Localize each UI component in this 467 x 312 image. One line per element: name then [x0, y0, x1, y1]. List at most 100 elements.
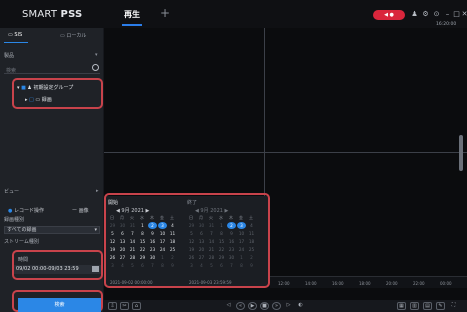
calendar-day[interactable]: 3 [237, 222, 246, 229]
calendar-day[interactable]: 29 [187, 222, 196, 229]
calendar-day[interactable]: 1 [237, 254, 246, 261]
calendar-day[interactable]: 7 [207, 230, 216, 237]
add-tab-button[interactable]: + [160, 6, 170, 20]
calendar-day[interactable]: 3 [108, 262, 117, 269]
calendar-day[interactable]: 20 [197, 246, 206, 253]
calendar-day[interactable]: 16 [227, 238, 236, 245]
calendar-day[interactable]: 31 [207, 222, 216, 229]
calendar-left-time[interactable]: 2021-09-02 00:00:00 [110, 280, 152, 285]
calendar-day[interactable]: 31 [128, 222, 137, 229]
record-type-select[interactable]: すべての録画 ▾ [4, 226, 100, 234]
rewind-icon[interactable]: « [236, 302, 245, 310]
calendar-day[interactable]: 18 [247, 238, 256, 245]
calendar-day[interactable]: 30 [197, 222, 206, 229]
calendar-day[interactable]: 15 [138, 238, 147, 245]
calendar-day[interactable]: 11 [247, 230, 256, 237]
calendar-day[interactable]: 10 [237, 230, 246, 237]
calendar-day[interactable]: 28 [128, 254, 137, 261]
time-range-input[interactable]: 09/02 00:00-09/03 23:59 [14, 265, 101, 274]
calendar-day[interactable]: 23 [148, 246, 157, 253]
calendar-day[interactable]: 7 [227, 262, 236, 269]
calendar-day[interactable]: 24 [158, 246, 167, 253]
calendar-day[interactable]: 3 [158, 222, 167, 229]
calendar-day[interactable]: 8 [237, 262, 246, 269]
calendar-day[interactable]: 27 [118, 254, 127, 261]
calendar-day[interactable]: 17 [237, 238, 246, 245]
alarm-badge[interactable]: ◀ ● [373, 10, 405, 20]
calendar-day[interactable]: 25 [168, 246, 177, 253]
calendar-day[interactable]: 8 [217, 230, 226, 237]
cut-icon[interactable]: ✂ [120, 302, 129, 310]
scrollbar[interactable] [459, 135, 463, 171]
calendar-day[interactable]: 6 [197, 230, 206, 237]
calendar-day[interactable]: 7 [128, 230, 137, 237]
calendar-day[interactable]: 30 [148, 254, 157, 261]
layout-1-icon[interactable]: ▦ [397, 302, 406, 310]
calendar-day[interactable]: 20 [118, 246, 127, 253]
calendar-left-month[interactable]: ◀ 9月 2021 ▶ [116, 207, 149, 214]
calendar-day[interactable]: 11 [168, 230, 177, 237]
calendar-right-month[interactable]: ◀ 9月 2021 ▶ [195, 207, 228, 214]
calendar-day[interactable]: 4 [118, 262, 127, 269]
calendar-day[interactable]: 27 [197, 254, 206, 261]
calendar-day[interactable]: 12 [187, 238, 196, 245]
calendar-day[interactable]: 5 [128, 262, 137, 269]
calendar-day[interactable]: 1 [217, 222, 226, 229]
calendar-day[interactable]: 5 [207, 262, 216, 269]
calendar-day[interactable]: 6 [138, 262, 147, 269]
pause-icon[interactable]: ■ [260, 302, 269, 310]
calendar-day[interactable]: 7 [148, 262, 157, 269]
calendar-day[interactable]: 12 [108, 238, 117, 245]
close-icon[interactable]: ✕ [460, 10, 467, 19]
search-input[interactable] [4, 66, 100, 74]
calendar-day[interactable]: 18 [168, 238, 177, 245]
search-icon[interactable] [92, 64, 99, 71]
calendar-day[interactable]: 15 [217, 238, 226, 245]
edit-icon[interactable]: ✎ [436, 302, 445, 310]
calendar-day[interactable]: 4 [197, 262, 206, 269]
layout-4-icon[interactable]: ▥ [410, 302, 419, 310]
calendar-day[interactable]: 6 [217, 262, 226, 269]
calendar-day[interactable]: 19 [108, 246, 117, 253]
calendar-day[interactable]: 5 [108, 230, 117, 237]
calendar-day[interactable]: 9 [247, 262, 256, 269]
calendar-day[interactable]: 29 [108, 222, 117, 229]
tab-playback[interactable]: 再生 [124, 9, 140, 20]
chevron-right-icon[interactable]: ▸ [96, 188, 99, 194]
layout-9-icon[interactable]: ▤ [423, 302, 432, 310]
minimize-icon[interactable]: – [443, 10, 452, 19]
calendar-day[interactable]: 28 [207, 254, 216, 261]
calendar-day[interactable]: 2 [168, 254, 177, 261]
volume-icon[interactable]: ◐ [296, 302, 305, 310]
calendar-day[interactable]: 13 [118, 238, 127, 245]
download-icon[interactable]: ⇩ [108, 302, 117, 310]
calendar-day[interactable]: 5 [187, 230, 196, 237]
calendar-day[interactable]: 29 [138, 254, 147, 261]
forward-icon[interactable]: » [272, 302, 281, 310]
calendar-day[interactable]: 1 [158, 254, 167, 261]
calendar-day[interactable]: 25 [247, 246, 256, 253]
calendar-day[interactable]: 17 [158, 238, 167, 245]
calendar-right-time[interactable]: 2021-09-03 23:59:59 [189, 280, 231, 285]
calendar-day[interactable]: 10 [158, 230, 167, 237]
calendar-day[interactable]: 13 [197, 238, 206, 245]
previous-icon[interactable]: ◁ [224, 302, 233, 310]
next-icon[interactable]: ▷ [284, 302, 293, 310]
calendar-day[interactable]: 26 [108, 254, 117, 261]
calendar-day[interactable]: 21 [128, 246, 137, 253]
calendar-day[interactable]: 2 [148, 222, 157, 229]
calendar-day[interactable]: 29 [217, 254, 226, 261]
calendar-day[interactable]: 2 [227, 222, 236, 229]
calendar-icon[interactable] [92, 266, 99, 272]
calendar-day[interactable]: 8 [138, 230, 147, 237]
calendar-day[interactable]: 4 [168, 222, 177, 229]
calendar-day[interactable]: 6 [118, 230, 127, 237]
calendar-day[interactable]: 22 [217, 246, 226, 253]
tree-item-default-group[interactable]: ▾ ■ ♟ 初期設定グループ [17, 84, 73, 91]
calendar-day[interactable]: 9 [168, 262, 177, 269]
lock-icon[interactable]: ⌂ [132, 302, 141, 310]
calendar-day[interactable]: 4 [247, 222, 256, 229]
search-button[interactable]: 検索 [18, 298, 101, 312]
tree-item-recorder[interactable]: ▸ □ ▭ 録画 [25, 96, 52, 103]
gear-icon[interactable]: ⚙ [421, 10, 430, 19]
